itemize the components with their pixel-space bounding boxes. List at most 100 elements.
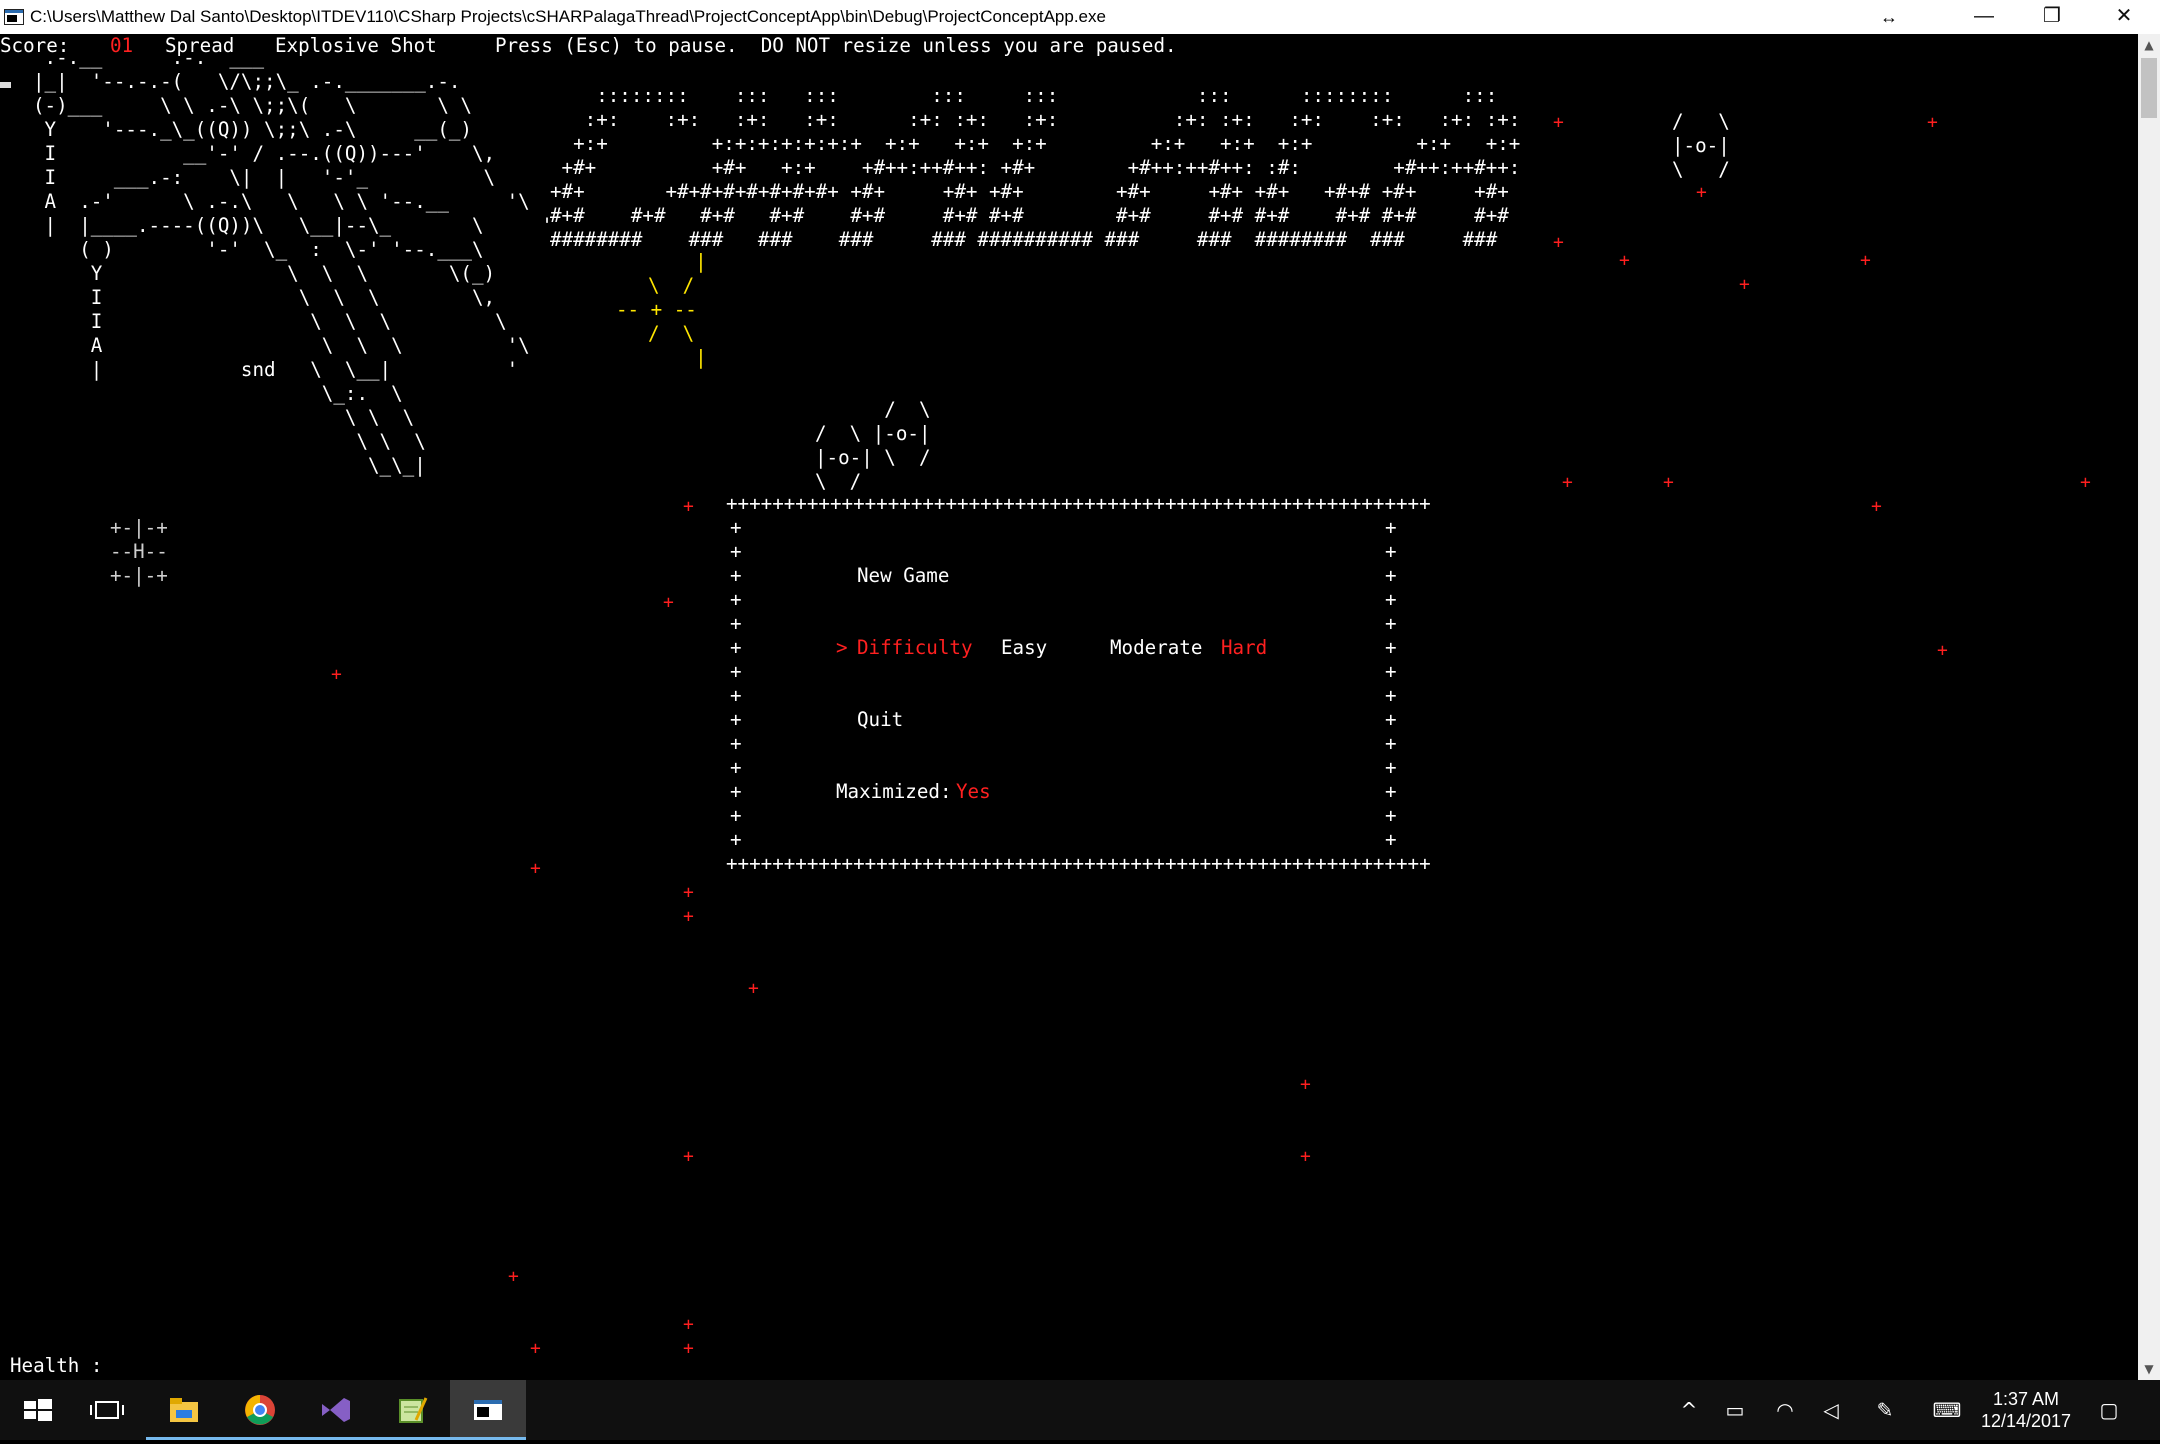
start-button[interactable] — [0, 1380, 76, 1440]
menu-left-edge: + — [730, 540, 742, 563]
mothership-art-line: A .-' \ .-.\ \ \ \ '--.__ '\ — [33, 190, 530, 213]
star-particle: + — [508, 1266, 519, 1287]
health-label: Health : — [10, 1354, 103, 1377]
menu-right-edge: + — [1385, 660, 1397, 683]
star-particle: + — [683, 882, 694, 903]
task-view-button[interactable] — [70, 1380, 146, 1440]
taskbar-notepad[interactable] — [374, 1380, 450, 1440]
mothership-art-line: \ \ \ — [33, 406, 415, 429]
restore-button[interactable]: ❐ — [2018, 0, 2086, 34]
mothership-art-line: | snd \ \__| ' — [33, 358, 519, 381]
taskbar-chrome[interactable] — [222, 1380, 298, 1440]
menu-left-edge: + — [730, 708, 742, 731]
star-particle: + — [683, 1338, 694, 1359]
menu-left-edge: + — [730, 756, 742, 779]
chrome-icon — [245, 1395, 275, 1425]
mothership-art-line: (-)___ \ \ .-\ \;;\( \ \ \ — [33, 94, 472, 117]
star-particle: + — [1553, 232, 1564, 253]
window-title-bar[interactable]: C:\Users\Matthew Dal Santo\Desktop\ITDEV… — [0, 0, 2160, 34]
enemy-pair-art-line: |-o-| \ / — [815, 446, 931, 469]
clock-date: 12/14/2017 — [1980, 1411, 2072, 1431]
action-center-icon[interactable]: ▢ — [2096, 1398, 2122, 1422]
star-particle: + — [1300, 1146, 1311, 1167]
logo-art-line: +:+ +:+:+:+:+:+:+ +:+ +:+ +:+ +:+ +:+ +:… — [550, 132, 1521, 155]
file-explorer-icon — [170, 1398, 198, 1422]
star-particle: + — [1927, 112, 1938, 133]
system-clock[interactable]: 1:37 AM 12/14/2017 — [1966, 1388, 2086, 1432]
menu-right-edge: + — [1385, 828, 1397, 851]
taskbar-visual-studio[interactable] — [298, 1380, 374, 1440]
mothership-art-line: I ___.-: \| | '-'_ \ — [33, 166, 496, 189]
logo-art-line: +#+ +#+ +:+ +#++:++#++: +#+ +#++:++#++: … — [550, 156, 1521, 179]
show-hidden-icons-icon[interactable]: ^ — [1676, 1398, 1702, 1422]
clock-time: 1:37 AM — [1992, 1389, 2060, 1409]
menu-right-edge: + — [1385, 684, 1397, 707]
maximized-label: Maximized: — [836, 780, 952, 803]
burst-line: | — [672, 346, 707, 369]
star-particle: + — [1860, 250, 1871, 271]
menu-left-edge: + — [730, 828, 742, 851]
player-ship-art-line: +-|-+ — [110, 564, 168, 587]
console-icon — [474, 1400, 502, 1420]
difficulty-moderate[interactable]: Moderate — [1110, 636, 1202, 660]
menu-left-edge: + — [730, 684, 742, 707]
difficulty-hard[interactable]: Hard — [1221, 636, 1267, 660]
star-particle: + — [1619, 250, 1630, 271]
burst-line: | — [672, 250, 707, 273]
menu-left-edge: + — [730, 804, 742, 827]
windows-start-icon — [24, 1399, 52, 1421]
battery-icon[interactable]: ▭ — [1722, 1398, 1748, 1422]
mothership-art-line: .-.__ .-. ___ — [33, 46, 265, 69]
menu-left-edge: + — [730, 732, 742, 755]
scrollbar-thumb[interactable] — [2141, 58, 2157, 118]
star-particle: + — [530, 858, 541, 879]
windows-taskbar: ^ ▭ ◠ ◁ ✎ ⌨ 1:37 AM 12/14/2017 ▢ — [0, 1380, 2160, 1440]
notepad-icon — [399, 1397, 428, 1423]
scroll-up-icon[interactable]: ▲ — [2138, 34, 2160, 56]
task-view-icon — [90, 1401, 124, 1419]
enemy-pair-art-line: \ / — [815, 470, 862, 493]
burst-line: / \ — [648, 322, 695, 345]
star-particle: + — [1739, 274, 1750, 295]
powerup-explosive-shot: Explosive Shot — [275, 34, 437, 57]
player-ship-art-line: --H-- — [110, 540, 168, 563]
menu-left-edge: + — [730, 660, 742, 683]
window-title: C:\Users\Matthew Dal Santo\Desktop\ITDEV… — [30, 7, 1106, 26]
visual-studio-icon — [322, 1398, 350, 1422]
menu-right-edge: + — [1385, 540, 1397, 563]
menu-border-bottom: ++++++++++++++++++++++++++++++++++++++++… — [726, 852, 1431, 875]
touch-keyboard-icon[interactable]: ⌨ — [1930, 1398, 1964, 1422]
logo-art-line: ######## ### ### ### ### ########## ### … — [550, 228, 1498, 251]
menu-right-edge: + — [1385, 732, 1397, 755]
menu-right-edge: + — [1385, 756, 1397, 779]
difficulty-easy[interactable]: Easy — [1001, 636, 1047, 660]
close-button[interactable]: ✕ — [2090, 0, 2158, 34]
star-particle: + — [1696, 182, 1707, 203]
pen-icon[interactable]: ✎ — [1872, 1398, 1898, 1422]
menu-difficulty[interactable]: Difficulty — [857, 636, 973, 660]
console-scrollbar[interactable]: ▲ ▼ — [2138, 34, 2160, 1380]
mothership-art-line: I __'-' / .--.((Q))---' \, — [33, 142, 496, 165]
taskbar-console[interactable] — [450, 1380, 526, 1440]
console-area[interactable]: Score: 01 Spread Explosive Shot Press (E… — [0, 34, 2138, 1380]
minimize-button[interactable]: — — [1950, 0, 2018, 34]
scroll-down-icon[interactable]: ▼ — [2138, 1358, 2160, 1380]
enemy-pair-art-line: / \ — [815, 398, 931, 421]
wifi-icon[interactable]: ◠ — [1772, 1398, 1798, 1422]
enemy-art-line: \ / — [1672, 158, 1730, 181]
volume-icon[interactable]: ◁ — [1818, 1398, 1844, 1422]
menu-new-game[interactable]: New Game — [857, 564, 949, 588]
console-app-icon — [4, 9, 24, 25]
taskbar-file-explorer[interactable] — [146, 1380, 222, 1440]
menu-selector-arrow: > — [836, 636, 848, 659]
mothership-art-line: I \ \ \ \ — [33, 310, 507, 333]
menu-quit[interactable]: Quit — [857, 708, 903, 732]
pause-hint: Press (Esc) to pause. DO NOT resize unle… — [495, 34, 1177, 57]
logo-art-line: #+# #+# #+# #+# #+# #+# #+# #+# #+# #+# … — [550, 204, 1509, 227]
menu-left-edge: + — [730, 588, 742, 611]
star-particle: + — [683, 1146, 694, 1167]
mothership-art-line: | |____.----((Q))\ \__|--\_ \ ' — [33, 214, 553, 237]
mothership-art-line: ( ) '-' \_ : \-' '--.___\ — [33, 238, 484, 261]
star-particle: + — [683, 496, 694, 517]
menu-right-edge: + — [1385, 708, 1397, 731]
